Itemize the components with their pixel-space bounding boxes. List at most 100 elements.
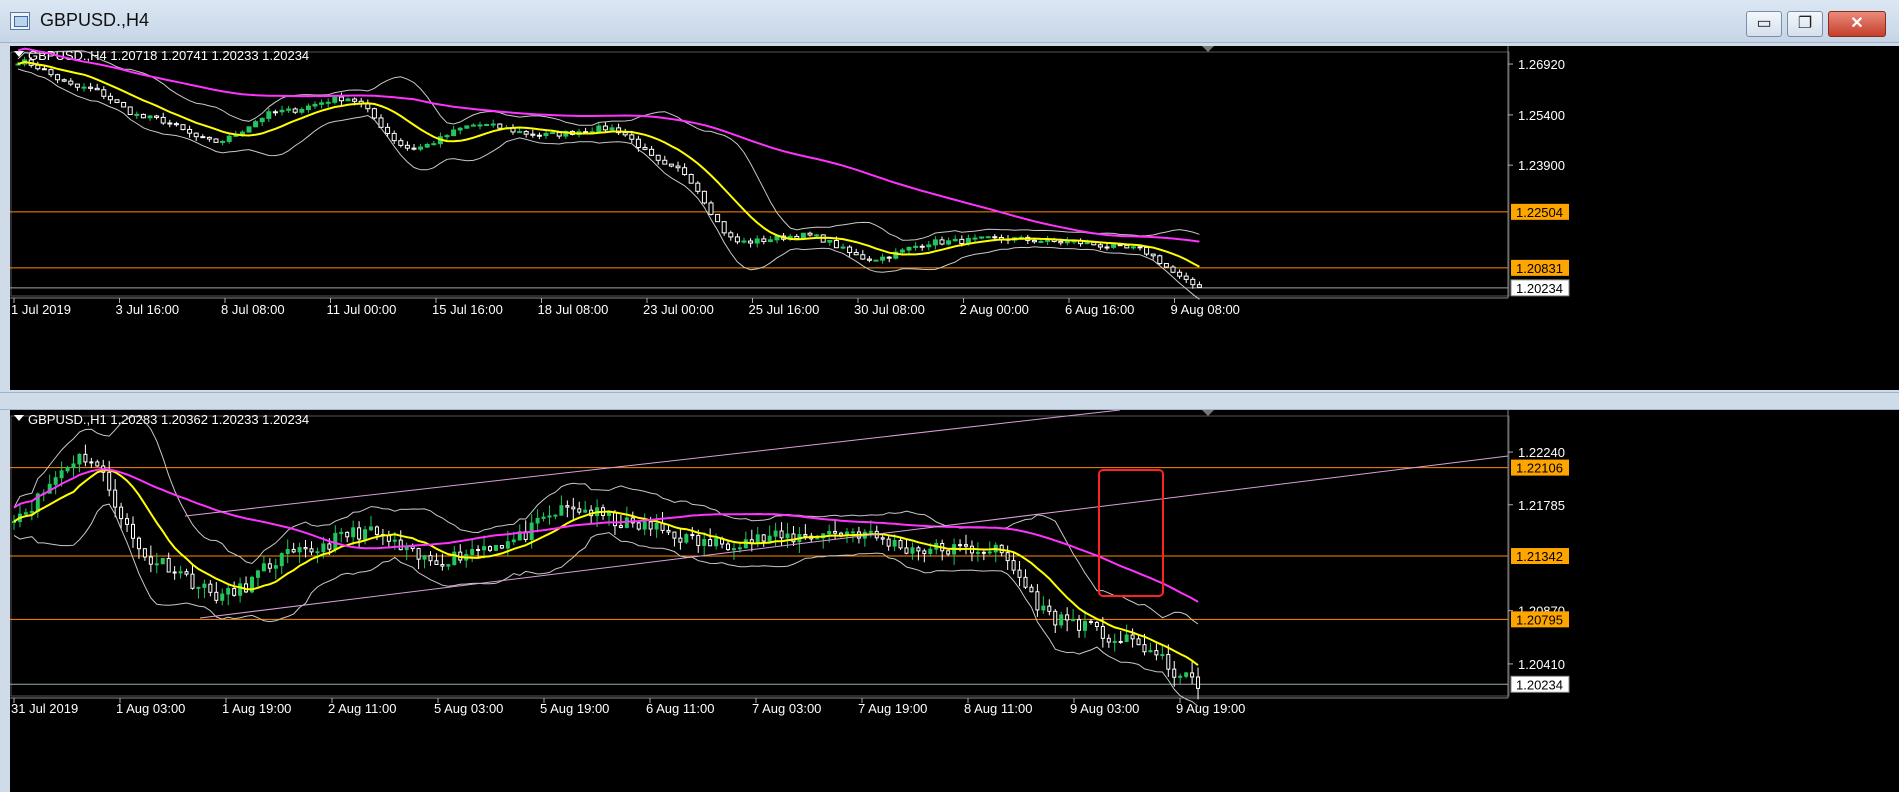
candle[interactable]: [708, 202, 714, 215]
candle[interactable]: [847, 246, 853, 254]
candle[interactable]: [629, 134, 635, 140]
candle[interactable]: [987, 551, 992, 554]
candle[interactable]: [213, 138, 219, 143]
trend-line[interactable]: [184, 410, 1121, 517]
candle[interactable]: [1053, 610, 1058, 626]
candle[interactable]: [609, 127, 615, 131]
candle[interactable]: [754, 238, 760, 244]
candle[interactable]: [992, 236, 998, 239]
candle[interactable]: [365, 103, 371, 110]
candle[interactable]: [142, 548, 147, 558]
candle[interactable]: [352, 98, 358, 102]
candle[interactable]: [981, 551, 986, 554]
candle[interactable]: [1148, 650, 1153, 653]
candle[interactable]: [1157, 255, 1163, 265]
candle[interactable]: [470, 124, 476, 127]
candle[interactable]: [484, 123, 490, 126]
candle[interactable]: [767, 535, 772, 542]
candle[interactable]: [88, 86, 94, 89]
candle[interactable]: [794, 235, 800, 239]
candle[interactable]: [913, 245, 919, 248]
candle[interactable]: [565, 505, 570, 508]
candle[interactable]: [297, 547, 302, 553]
candle[interactable]: [1011, 560, 1016, 571]
candle[interactable]: [688, 174, 694, 184]
candle[interactable]: [246, 126, 252, 133]
candle[interactable]: [172, 571, 177, 574]
candle[interactable]: [490, 123, 496, 126]
candle[interactable]: [457, 127, 463, 131]
candle[interactable]: [107, 95, 113, 101]
candle[interactable]: [422, 555, 427, 560]
candle[interactable]: [880, 537, 885, 540]
candle[interactable]: [292, 108, 298, 113]
candle[interactable]: [839, 532, 844, 536]
candle[interactable]: [583, 509, 588, 513]
candle[interactable]: [1130, 246, 1136, 249]
candle[interactable]: [53, 477, 58, 485]
candle[interactable]: [339, 531, 344, 534]
candle[interactable]: [668, 163, 674, 167]
candle[interactable]: [65, 467, 70, 472]
candle[interactable]: [208, 583, 213, 593]
candle[interactable]: [173, 123, 179, 126]
candle[interactable]: [1029, 586, 1034, 593]
candle[interactable]: [431, 143, 437, 146]
candle[interactable]: [695, 182, 701, 192]
candle[interactable]: [434, 560, 439, 565]
candle[interactable]: [682, 167, 688, 176]
candle[interactable]: [371, 108, 377, 119]
candle[interactable]: [880, 256, 886, 261]
candle[interactable]: [345, 531, 350, 538]
candle[interactable]: [147, 115, 153, 119]
candle[interactable]: [958, 544, 963, 547]
candle[interactable]: [800, 232, 806, 239]
candle[interactable]: [761, 238, 767, 243]
candle[interactable]: [226, 588, 231, 595]
candle[interactable]: [767, 239, 773, 243]
candle[interactable]: [55, 74, 61, 81]
candle[interactable]: [220, 140, 226, 143]
candle[interactable]: [737, 547, 742, 550]
candle[interactable]: [642, 146, 648, 150]
candle[interactable]: [167, 122, 173, 125]
collapse-triangle-icon[interactable]: [14, 415, 24, 421]
h4-chart-canvas[interactable]: GBPUSD.,H4 1.20718 1.20741 1.20233 1.202…: [10, 46, 1899, 390]
candle[interactable]: [220, 593, 225, 601]
candle[interactable]: [675, 165, 681, 169]
candle[interactable]: [731, 548, 736, 551]
candle[interactable]: [416, 548, 421, 560]
candle[interactable]: [553, 514, 558, 517]
candle[interactable]: [946, 550, 951, 555]
candle[interactable]: [440, 563, 445, 567]
candle[interactable]: [476, 548, 481, 551]
candle[interactable]: [899, 249, 905, 253]
candle[interactable]: [477, 124, 483, 127]
candle[interactable]: [321, 543, 326, 553]
candle[interactable]: [154, 563, 159, 566]
candle[interactable]: [873, 259, 879, 262]
minimize-button[interactable]: ▭: [1746, 11, 1782, 37]
candle[interactable]: [636, 522, 641, 530]
candle[interactable]: [1097, 244, 1103, 248]
candle[interactable]: [602, 125, 608, 131]
candle[interactable]: [35, 64, 41, 70]
candle[interactable]: [48, 69, 54, 76]
candle[interactable]: [446, 564, 451, 567]
candle[interactable]: [77, 453, 82, 465]
candle[interactable]: [325, 101, 331, 104]
candle[interactable]: [1183, 275, 1189, 280]
candle[interactable]: [535, 517, 540, 524]
candle[interactable]: [369, 526, 373, 531]
candle[interactable]: [939, 239, 945, 245]
panel-splitter[interactable]: [0, 392, 1899, 410]
candle[interactable]: [743, 539, 748, 549]
candle[interactable]: [666, 529, 671, 533]
candle[interactable]: [648, 521, 653, 530]
candle[interactable]: [261, 563, 266, 572]
candle[interactable]: [696, 534, 701, 546]
candle[interactable]: [1017, 569, 1022, 578]
candle[interactable]: [259, 117, 265, 123]
candle[interactable]: [773, 530, 778, 537]
candle[interactable]: [1166, 654, 1171, 670]
